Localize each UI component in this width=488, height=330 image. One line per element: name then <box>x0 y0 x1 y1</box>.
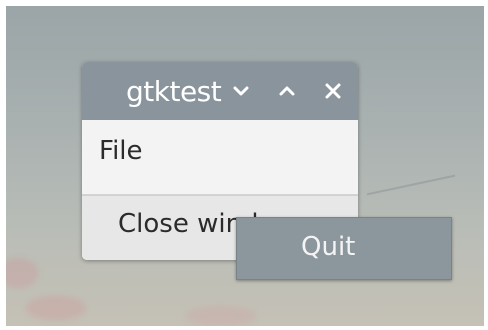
menu-item-quit-label: Quit <box>301 232 356 262</box>
window-titlebar[interactable]: gtktest <box>82 62 358 120</box>
maximize-button[interactable] <box>274 78 300 104</box>
close-icon <box>324 82 342 100</box>
chevron-up-icon <box>278 82 296 100</box>
window-menu-button[interactable] <box>228 78 254 104</box>
window-title: gtktest <box>126 75 222 108</box>
menu-file[interactable]: File <box>99 136 143 166</box>
close-button[interactable] <box>320 78 346 104</box>
wallpaper-blob <box>6 258 38 288</box>
wallpaper-blob <box>186 306 256 326</box>
wallpaper-streak <box>366 174 456 196</box>
popup-menu: Quit <box>236 217 452 280</box>
menu-item-quit[interactable]: Quit <box>237 218 451 279</box>
menu-bar: File <box>82 120 358 195</box>
chevron-down-icon <box>232 82 250 100</box>
wallpaper-blob <box>26 296 86 320</box>
